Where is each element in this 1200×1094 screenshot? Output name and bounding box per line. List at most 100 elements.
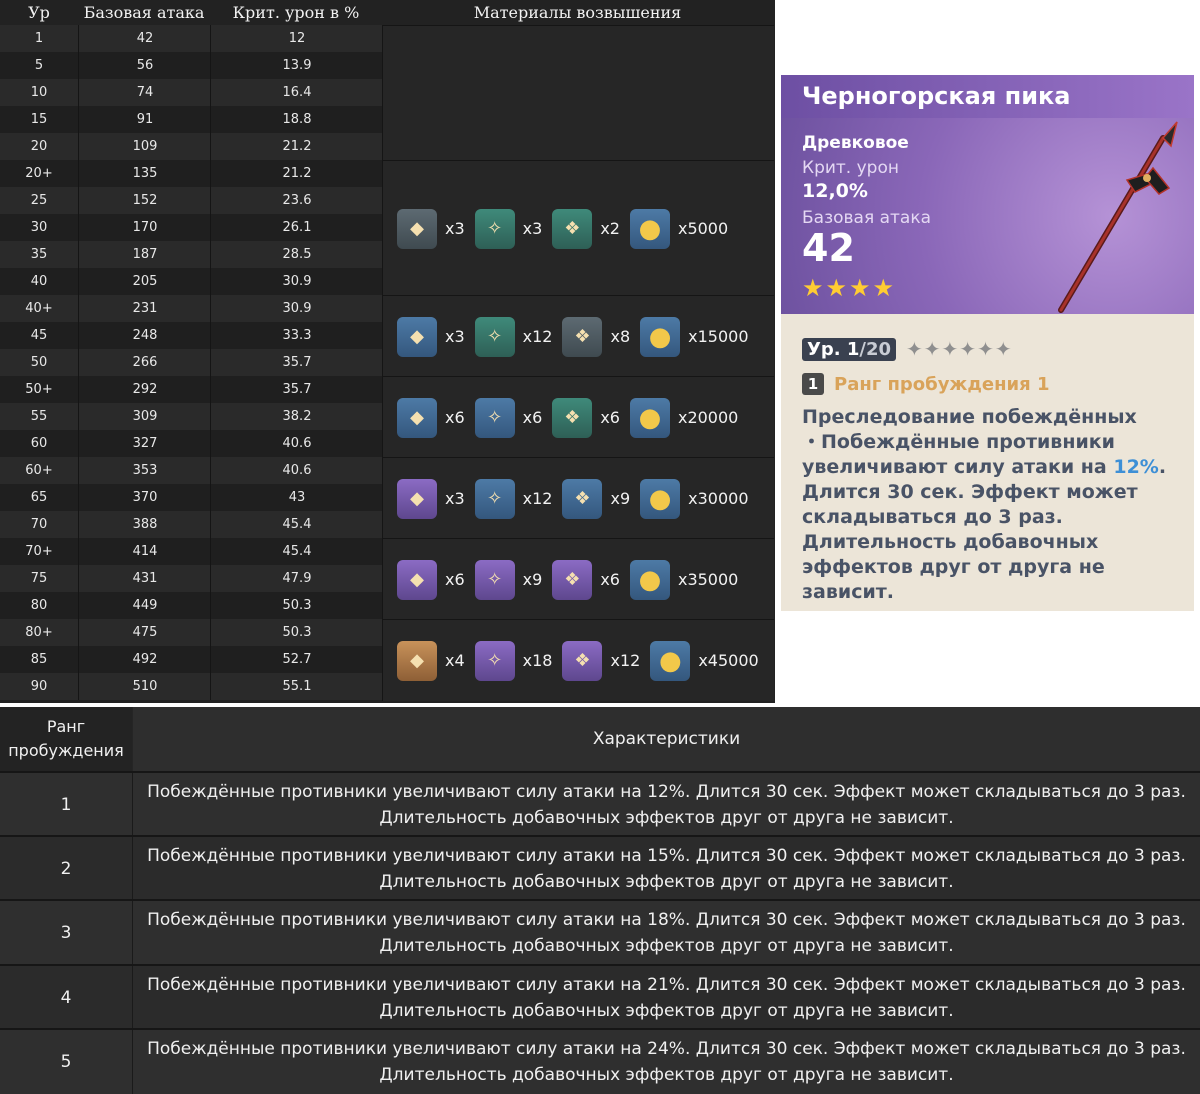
- material-item: ◆ x4: [397, 640, 465, 681]
- base-atk-cell: 353: [78, 457, 211, 484]
- description-line: Побеждённые противники увеличивают силу …: [147, 974, 1186, 995]
- level-cell: 1: [34, 31, 44, 46]
- level-cell: 15: [30, 112, 48, 127]
- refinement-description-cell: Побеждённые противники увеличивают силу …: [133, 837, 1200, 901]
- stat-row: 80 449 50.3: [0, 592, 382, 619]
- weapon-name: Черногорская пика: [802, 82, 1071, 110]
- passive-line: Длится 30 сек. Эффект может: [802, 481, 1138, 503]
- level-cell: 70+: [25, 544, 53, 559]
- stat-row: 90 510 55.1: [0, 673, 382, 700]
- weapon-card-header: Черногорская пика: [781, 75, 1194, 118]
- spear-weapon-icon: [1058, 121, 1178, 313]
- materials-list: ◆ x6 ✧ x9 ❖ x6 ● x35000: [397, 559, 748, 600]
- level-cell: 50+: [25, 382, 53, 397]
- crit-dmg-cell: 38.2: [210, 403, 383, 430]
- level-cell: 70: [30, 517, 48, 532]
- refinement-rank-cell: 2: [0, 837, 133, 902]
- level-badge: Ур. 1/20: [802, 337, 897, 361]
- refinement-description-cell: Побеждённые противники увеличивают силу …: [133, 901, 1200, 965]
- level-cell: 85: [30, 652, 48, 667]
- material-item: ❖ x2: [552, 208, 620, 249]
- material-quantity: x6: [522, 408, 543, 427]
- passive-line: эффектов друг от друга не: [802, 556, 1105, 578]
- rank-label: Ранг пробуждения 1: [834, 373, 1050, 395]
- description-line: Длительность добавочных эффектов друг от…: [379, 936, 954, 957]
- material-quantity: x12: [522, 327, 553, 346]
- material-item: ● x30000: [640, 478, 749, 519]
- material-item: ✧ x6: [474, 397, 543, 438]
- material-quantity: x12: [610, 651, 641, 670]
- stat-row: 60+ 353 40.6: [0, 457, 382, 484]
- mora-coin-icon: ●: [629, 397, 670, 438]
- material-item: ◆ x3: [397, 208, 465, 249]
- stat-row: 30 170 26.1: [0, 214, 382, 241]
- crit-dmg-cell: 18.8: [210, 106, 383, 133]
- material-quantity: x3: [445, 489, 465, 508]
- refinement-description-cell: Побеждённые противники увеличивают силу …: [133, 966, 1200, 1030]
- ascension-stats-table: Ур Базовая атака Крит. урон в % Материал…: [0, 0, 775, 703]
- base-atk-cell: 449: [78, 592, 211, 619]
- header-refinement-rank: Ранг пробуждения: [0, 707, 132, 771]
- substat-value: 12,0%: [802, 180, 868, 202]
- mora-coin-icon: ●: [629, 208, 670, 249]
- materials-cell: ◆ x6 ✧ x6 ❖ x6 ● x20000: [382, 376, 774, 458]
- passive-description: Преследование побеждённых ・Побеждённые п…: [802, 405, 1182, 605]
- passive-line: увеличивают силу атаки на 12%.: [802, 456, 1167, 478]
- crit-dmg-cell: 21.2: [210, 133, 383, 160]
- common-material-icon: ✧: [474, 397, 515, 438]
- level-cell: 60: [30, 436, 48, 451]
- material-quantity: x45000: [698, 651, 759, 670]
- stat-row: 45 248 33.3: [0, 322, 382, 349]
- substat-label: Крит. урон: [802, 158, 899, 178]
- materials-cell-empty: [382, 25, 774, 161]
- material-item: ❖ x12: [562, 640, 641, 681]
- materials-cell: ◆ x3 ✧ x12 ❖ x8 ● x15000: [382, 295, 774, 377]
- description-line: Длительность добавочных эффектов друг от…: [379, 1000, 954, 1021]
- material-item: ● x45000: [650, 640, 759, 681]
- level-cell: 20: [30, 139, 48, 154]
- stat-row: 65 370 43: [0, 484, 382, 511]
- stat-row: 80+ 475 50.3: [0, 619, 382, 646]
- refinement-row: 2 Побеждённые противники увеличивают силу…: [0, 835, 1200, 902]
- material-quantity: x4: [445, 651, 465, 670]
- base-atk-value: 42: [802, 226, 855, 270]
- refinement-row: 5 Побеждённые противники увеличивают силу…: [0, 1027, 1200, 1094]
- common-material-icon: ✧: [474, 316, 515, 357]
- material-quantity: x20000: [677, 408, 739, 427]
- level-cell: 35: [30, 247, 48, 262]
- base-atk-cell: 248: [78, 322, 211, 349]
- stat-row: 55 309 38.2: [0, 403, 382, 430]
- material-quantity: x6: [445, 570, 465, 589]
- weapon-domain-material-icon: ◆: [397, 640, 437, 681]
- passive-highlight-value: 12%: [1113, 456, 1159, 478]
- description-line: Длительность добавочных эффектов друг от…: [379, 872, 954, 893]
- crit-dmg-cell: 33.3: [210, 322, 383, 349]
- stat-row: 75 431 47.9: [0, 565, 382, 592]
- crit-dmg-cell: 50.3: [210, 592, 383, 619]
- materials-list: ◆ x3 ✧ x3 ❖ x2 ● x5000: [397, 208, 738, 249]
- base-atk-cell: 152: [78, 187, 211, 214]
- material-item: ● x5000: [629, 208, 728, 249]
- common-material-icon: ✧: [474, 640, 515, 681]
- level-cell: 50: [30, 355, 48, 370]
- refinement-rank: 1 Ранг пробуждения 1: [802, 373, 1050, 395]
- weapon-domain-material-icon: ◆: [397, 316, 437, 357]
- mora-coin-icon: ●: [650, 640, 691, 681]
- material-item: ◆ x3: [397, 316, 465, 357]
- material-item: ❖ x6: [552, 559, 620, 600]
- crit-dmg-cell: 26.1: [210, 214, 383, 241]
- refinement-rank-cell: 4: [0, 965, 133, 1030]
- material-quantity: x3: [445, 219, 465, 238]
- rank-number-badge: 1: [802, 373, 824, 395]
- material-item: ❖ x8: [562, 316, 630, 357]
- crit-dmg-cell: 47.9: [210, 565, 383, 592]
- material-item: ◆ x6: [397, 559, 465, 600]
- material-item: ❖ x9: [562, 478, 630, 519]
- material-quantity: x30000: [688, 489, 749, 508]
- elite-material-icon: ❖: [562, 640, 603, 681]
- stat-row: 10 74 16.4: [0, 79, 382, 106]
- passive-line: складываться до 3 раз.: [802, 506, 1063, 528]
- materials-cell: ◆ x3 ✧ x3 ❖ x2 ● x5000: [382, 160, 774, 296]
- material-item: ✧ x3: [474, 208, 542, 249]
- base-atk-cell: 327: [78, 430, 211, 457]
